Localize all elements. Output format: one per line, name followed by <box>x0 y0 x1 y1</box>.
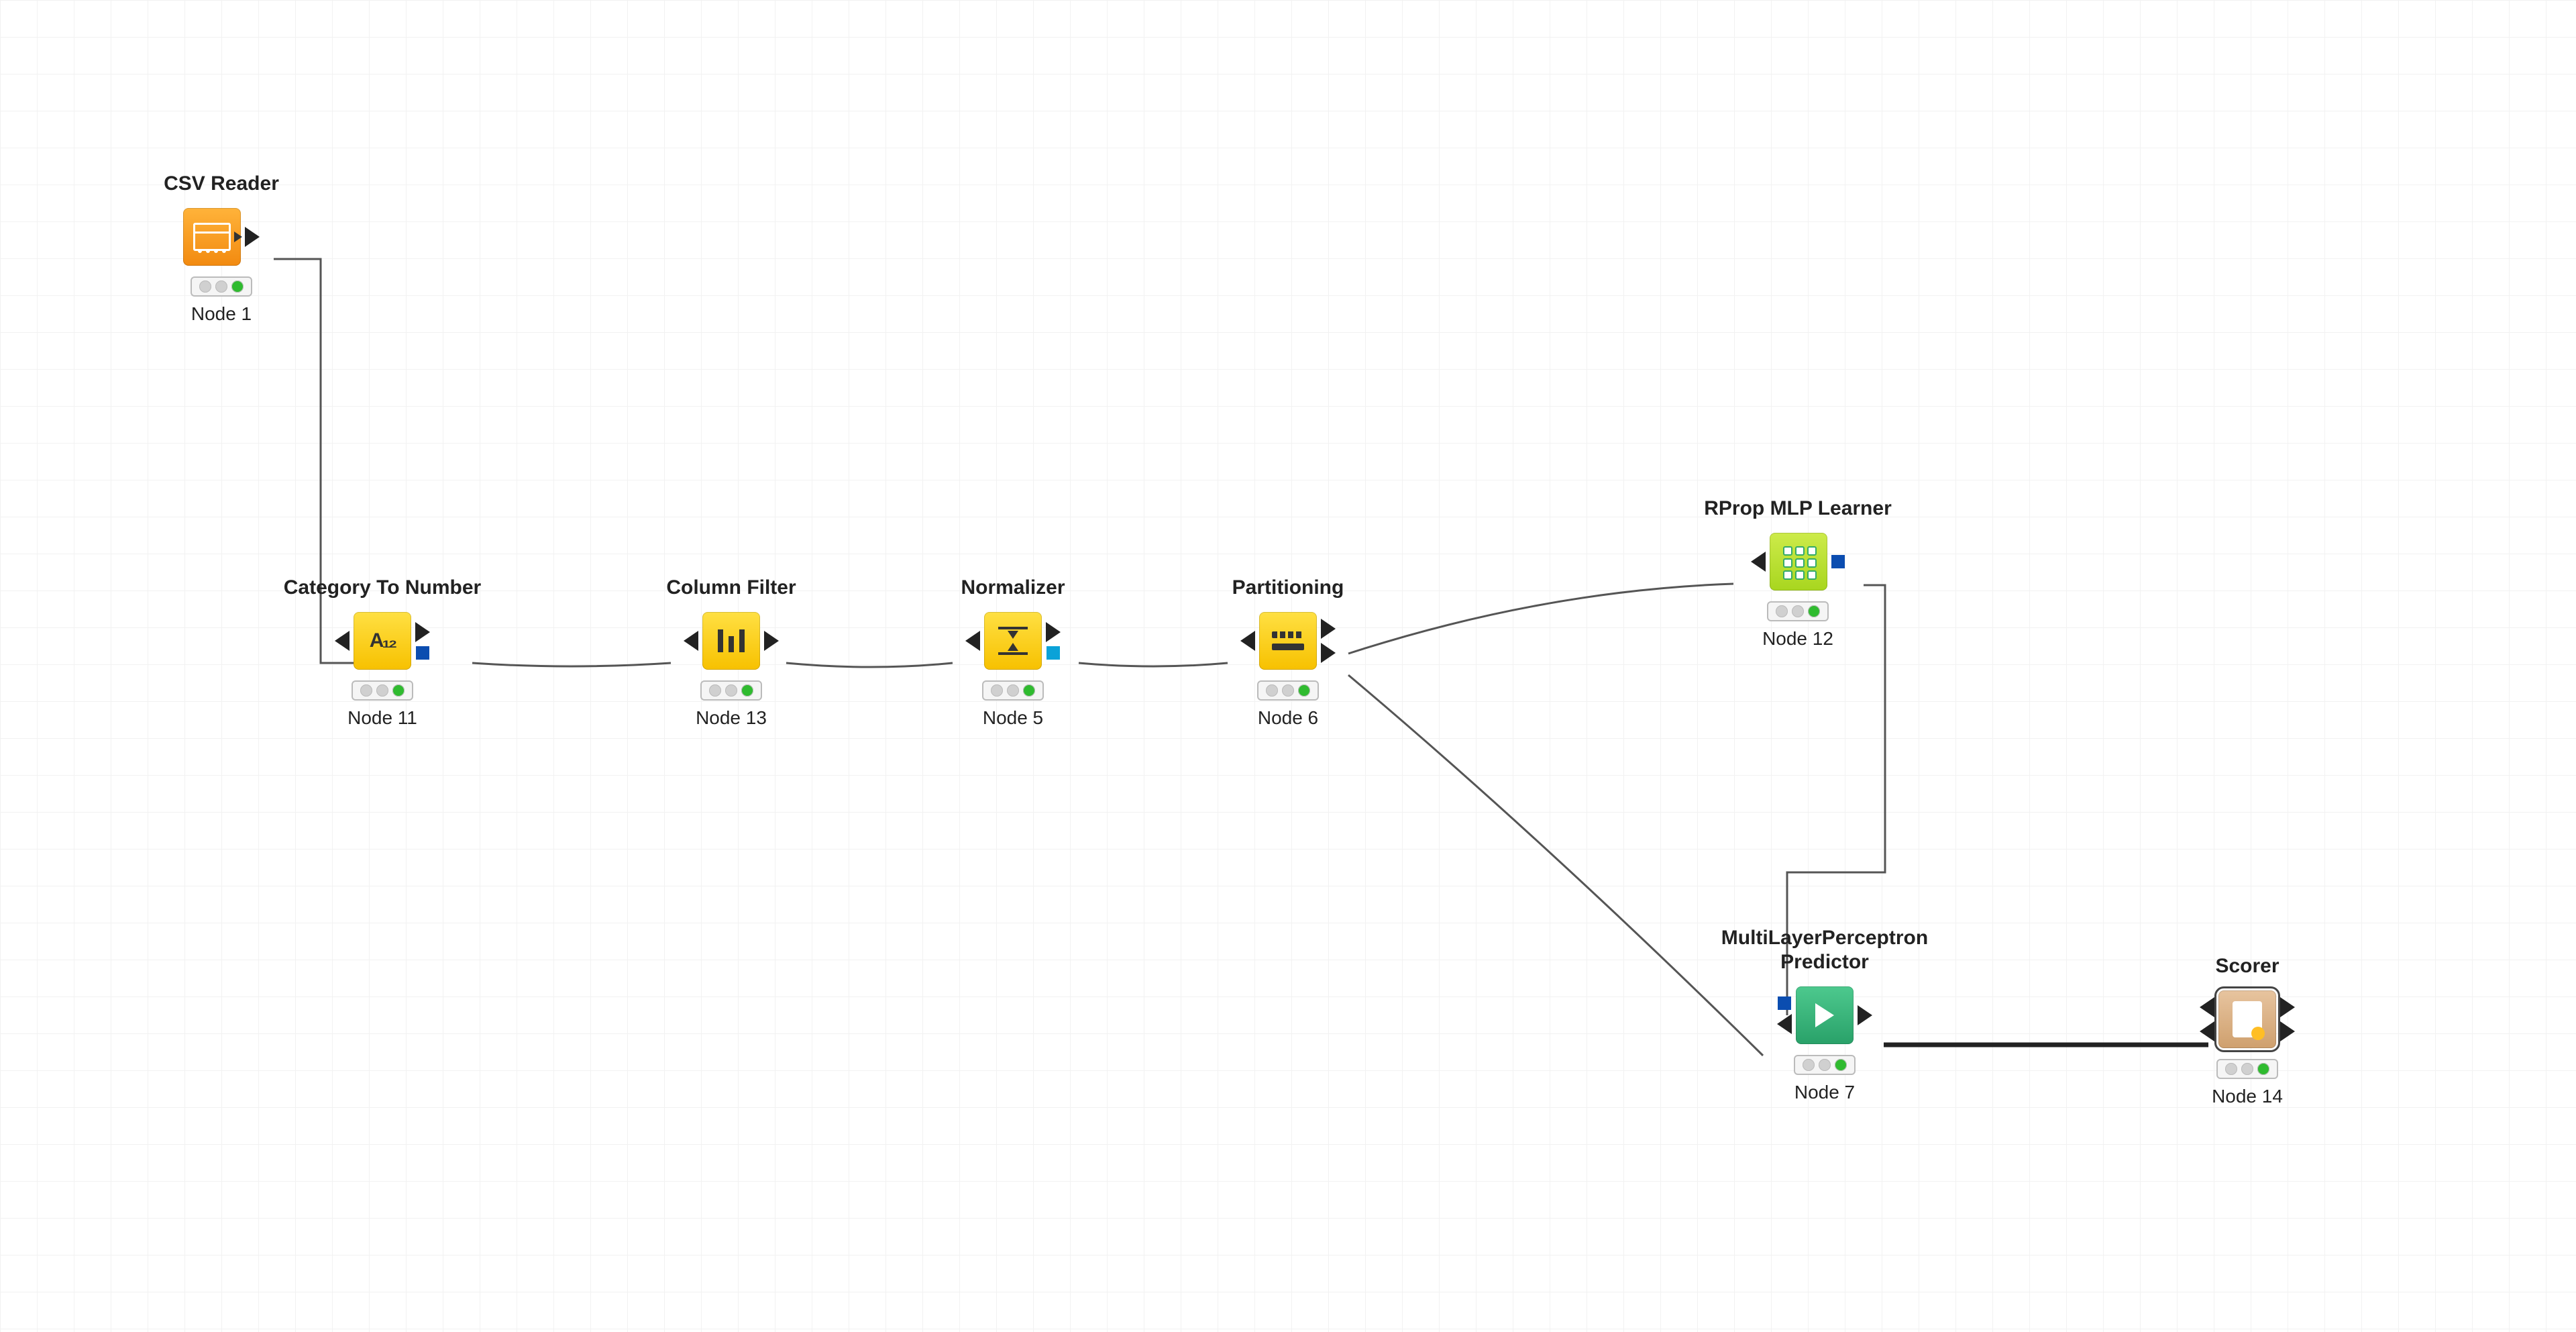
node-rprop-mlp-learner[interactable]: RProp MLP Learner Node 12 <box>1677 497 1919 650</box>
input-port-2[interactable] <box>2200 1021 2214 1041</box>
output-port[interactable] <box>415 622 430 642</box>
node-id: Node 7 <box>1704 1082 1945 1103</box>
output-port[interactable] <box>1046 622 1061 642</box>
status-traffic-light <box>2216 1059 2278 1079</box>
output-port-train[interactable] <box>1321 619 1336 639</box>
node-csv-reader[interactable]: CSV Reader Node 1 <box>134 172 309 325</box>
node-id: Node 1 <box>134 303 309 325</box>
node-title: MultiLayerPerceptron Predictor <box>1704 926 1945 974</box>
input-port[interactable] <box>1777 1014 1792 1034</box>
input-port[interactable] <box>1751 552 1766 572</box>
status-traffic-light <box>1257 680 1319 701</box>
workflow-canvas[interactable]: { "nodes":{ "csv":{"title":"CSV Reader",… <box>0 0 2576 1332</box>
node-category-to-number[interactable]: Category To Number A₁₂ Node 11 <box>262 576 503 729</box>
input-port[interactable] <box>1240 631 1255 651</box>
input-port[interactable] <box>684 631 698 651</box>
node-title: CSV Reader <box>134 172 309 196</box>
node-title: Scorer <box>2160 954 2334 978</box>
node-title: Column Filter <box>644 576 818 600</box>
node-id: Node 5 <box>926 707 1100 729</box>
csv-reader-icon <box>183 208 241 266</box>
input-port-1[interactable] <box>2200 997 2214 1017</box>
node-normalizer[interactable]: Normalizer Node 5 <box>926 576 1100 729</box>
column-filter-icon <box>702 612 760 670</box>
output-port-2[interactable] <box>2280 1021 2295 1041</box>
status-traffic-light <box>191 276 252 297</box>
node-id: Node 14 <box>2160 1086 2334 1107</box>
partitioning-icon <box>1259 612 1317 670</box>
input-port[interactable] <box>965 631 980 651</box>
node-title: Category To Number <box>262 576 503 600</box>
node-id: Node 12 <box>1677 628 1919 650</box>
node-partitioning[interactable]: Partitioning Node 6 <box>1201 576 1375 729</box>
node-id: Node 11 <box>262 707 503 729</box>
node-title: Partitioning <box>1201 576 1375 600</box>
node-id: Node 6 <box>1201 707 1375 729</box>
output-port-1[interactable] <box>2280 997 2295 1017</box>
status-traffic-light <box>982 680 1044 701</box>
output-port[interactable] <box>1858 1005 1872 1025</box>
output-port-test[interactable] <box>1321 643 1336 663</box>
output-port[interactable] <box>764 631 779 651</box>
status-traffic-light <box>1794 1055 1856 1075</box>
status-traffic-light <box>700 680 762 701</box>
model-output-port[interactable] <box>416 646 429 660</box>
status-traffic-light <box>352 680 413 701</box>
node-id: Node 13 <box>644 707 818 729</box>
input-port[interactable] <box>335 631 350 651</box>
node-scorer[interactable]: Scorer Node 14 <box>2160 954 2334 1107</box>
node-mlp-predictor[interactable]: MultiLayerPerceptron Predictor Node 7 <box>1704 926 1945 1103</box>
mlp-predictor-icon <box>1796 986 1854 1044</box>
model-output-port[interactable] <box>1046 646 1060 660</box>
model-output-port[interactable] <box>1831 555 1845 568</box>
node-title: Normalizer <box>926 576 1100 600</box>
rprop-mlp-learner-icon <box>1770 533 1827 591</box>
node-column-filter[interactable]: Column Filter Node 13 <box>644 576 818 729</box>
scorer-icon <box>2218 990 2276 1048</box>
output-port[interactable] <box>245 227 260 247</box>
node-title: RProp MLP Learner <box>1677 497 1919 521</box>
status-traffic-light <box>1767 601 1829 621</box>
normalizer-icon <box>984 612 1042 670</box>
model-input-port[interactable] <box>1778 996 1791 1010</box>
category-to-number-icon: A₁₂ <box>354 612 411 670</box>
